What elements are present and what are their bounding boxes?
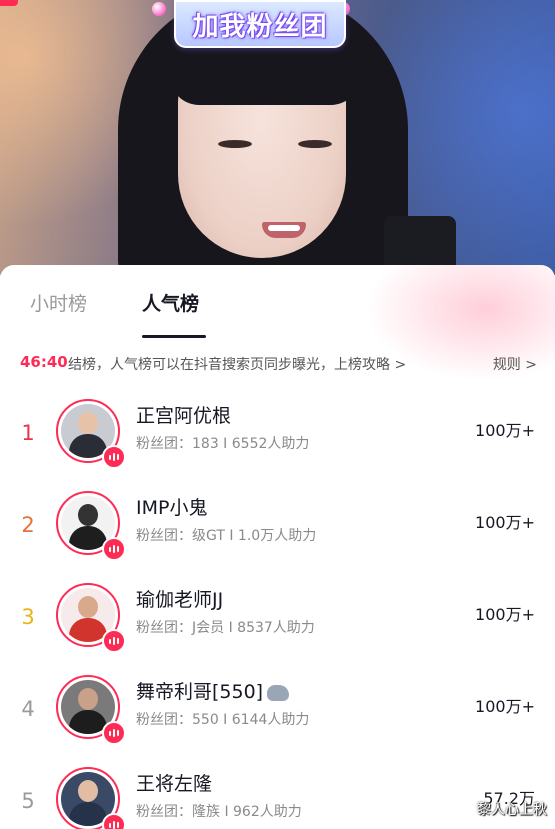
fan-club-info: 粉丝团：隆族 I 962人助力 <box>136 804 302 820</box>
sticker-orb <box>152 2 166 16</box>
contribution-score: 100万+ <box>475 513 535 532</box>
user-name: IMP小鬼 <box>136 497 208 519</box>
user-name: 瑜伽老师JJ <box>136 589 224 611</box>
ranking-sheet: 小时榜 人气榜 46:40 结榜，人气榜可以在抖音搜索页同步曝光，上榜攻略 > … <box>0 265 555 829</box>
streamer-eye <box>218 140 252 148</box>
contribution-score: 100万+ <box>475 697 535 716</box>
fan-club-info: 粉丝团：J会员 I 8537人助力 <box>136 620 315 636</box>
rules-link[interactable]: 规则 > <box>493 354 537 374</box>
countdown-timer: 46:40 <box>20 353 68 371</box>
fan-club-icon <box>102 813 126 829</box>
live-video: 加我粉丝团 <box>0 0 555 275</box>
avatar-head <box>78 596 98 618</box>
ranking-row[interactable]: 1 正宫阿优根 粉丝团：183 I 6552人助力 100万+ <box>0 399 555 489</box>
ranking-tabs: 小时榜 人气榜 <box>0 265 555 345</box>
user-name: 王将左隆 <box>136 773 213 795</box>
tab-popularity[interactable]: 人气榜 <box>142 289 199 316</box>
user-name: 正宫阿优根 <box>136 405 232 427</box>
fan-club-info: 粉丝团：级GT I 1.0万人助力 <box>136 528 317 544</box>
avatar-head <box>78 412 98 434</box>
tab-hourly[interactable]: 小时榜 <box>30 289 87 316</box>
user-name: 舞帝利哥[550] <box>136 677 290 704</box>
sticker-text: 加我粉丝团 <box>192 11 328 42</box>
fan-club-icon <box>102 537 126 561</box>
avatar-head <box>78 780 98 802</box>
fan-club-icon <box>102 445 126 469</box>
notice-message[interactable]: 结榜，人气榜可以在抖音搜索页同步曝光，上榜攻略 > <box>68 354 406 374</box>
live-corner-badge <box>0 0 18 6</box>
rank-number: 1 <box>21 421 35 445</box>
rank-number: 5 <box>21 789 35 813</box>
fan-club-info: 粉丝团：183 I 6552人助力 <box>136 436 310 452</box>
ranking-row[interactable]: 5 王将左隆 粉丝团：隆族 I 962人助力 57.2万 <box>0 767 555 829</box>
rank-number: 4 <box>21 697 35 721</box>
avatar[interactable] <box>56 399 126 469</box>
watermark: 黎人心上秋 <box>477 802 547 818</box>
avatar[interactable] <box>56 491 126 561</box>
ranking-row[interactable]: 3 瑜伽老师JJ 粉丝团：J会员 I 8537人助力 100万+ <box>0 583 555 673</box>
fan-club-info: 粉丝团：550 I 6144人助力 <box>136 712 310 728</box>
ranking-row[interactable]: 4 舞帝利哥[550] 粉丝团：550 I 6144人助力 100万+ <box>0 675 555 765</box>
elephant-icon <box>267 684 290 701</box>
fan-club-icon <box>102 721 126 745</box>
avatar[interactable] <box>56 767 126 829</box>
streamer-eye <box>298 140 332 148</box>
rank-number: 3 <box>21 605 35 629</box>
active-tab-indicator <box>142 335 206 338</box>
contribution-score: 100万+ <box>475 421 535 440</box>
contribution-score: 100万+ <box>475 605 535 624</box>
fan-club-icon <box>102 629 126 653</box>
rank-number: 2 <box>21 513 35 537</box>
avatar-head <box>78 504 98 526</box>
streamer-mouth <box>262 222 306 238</box>
avatar[interactable] <box>56 675 126 745</box>
join-fan-club-sticker[interactable]: 加我粉丝团 <box>174 0 346 48</box>
ranking-row[interactable]: 2 IMP小鬼 粉丝团：级GT I 1.0万人助力 100万+ <box>0 491 555 581</box>
avatar[interactable] <box>56 583 126 653</box>
avatar-head <box>78 688 98 710</box>
ranking-notice: 46:40 结榜，人气榜可以在抖音搜索页同步曝光，上榜攻略 > 规则 > <box>0 349 555 379</box>
